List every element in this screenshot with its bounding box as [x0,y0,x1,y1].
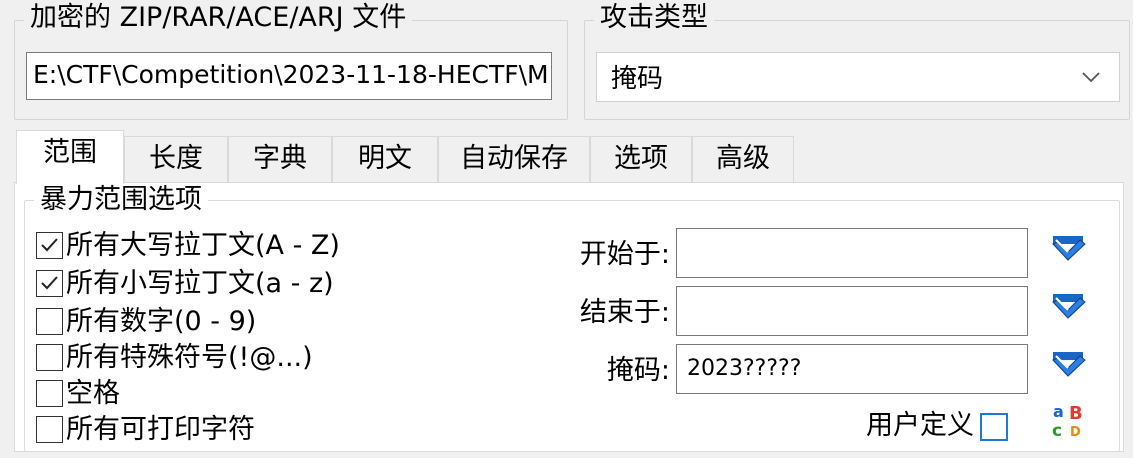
checkbox-label: 所有小写拉丁文(a - z) [66,268,334,299]
tab-plaintext[interactable]: 明文 [332,136,438,182]
checkbox-printable[interactable]: 所有可打印字符 [36,414,255,448]
start-clear-button[interactable] [1050,232,1088,270]
encrypted-file-group-label: 加密的 ZIP/RAR/ACE/ARJ 文件 [24,2,413,34]
svg-text:c: c [1052,421,1062,440]
attack-type-group-label: 攻击类型 [594,2,714,34]
end-at-input[interactable] [676,286,1028,336]
checkbox-label: 所有大写拉丁文(A - Z) [66,230,340,261]
brute-range-group-label: 暴力范围选项 [34,184,208,216]
checkbox-box[interactable] [36,344,63,371]
checkbox-label: 空格 [66,378,120,409]
checkbox-box[interactable] [36,416,63,443]
svg-text:D: D [1070,425,1081,440]
end-clear-button[interactable] [1050,290,1088,328]
start-from-label: 开始于: [579,239,670,270]
file-path-field[interactable]: E:\CTF\Competition\2023-11-18-HECTF\M [26,52,552,100]
checkbox-label: 所有可打印字符 [66,414,255,445]
tab-autosave[interactable]: 自动保存 [438,136,590,182]
checkbox-box[interactable] [36,380,63,407]
end-at-label: 结束于: [579,297,670,328]
mask-label: 掩码: [606,355,670,386]
eraser-icon [1052,352,1086,377]
checkbox-box[interactable] [36,308,63,335]
svg-text:a: a [1053,402,1064,421]
charset-button[interactable]: a B c D [1050,400,1090,441]
svg-text:B: B [1069,403,1083,424]
user-defined-checkbox[interactable]: 用户定义 [866,406,1008,446]
tab-range[interactable]: 范围 [16,130,124,184]
chevron-down-icon [1082,72,1100,83]
checkbox-uppercase[interactable]: 所有大写拉丁文(A - Z) [36,230,340,264]
tab-length[interactable]: 长度 [124,136,228,182]
tab-options[interactable]: 选项 [590,136,692,182]
checkbox-space[interactable]: 空格 [36,378,120,412]
tab-dictionary[interactable]: 字典 [228,136,332,182]
start-from-input[interactable] [676,228,1028,278]
eraser-icon [1052,236,1086,261]
checkbox-lowercase[interactable]: 所有小写拉丁文(a - z) [36,268,334,302]
user-defined-box[interactable] [980,412,1008,441]
checkbox-digits[interactable]: 所有数字(0 - 9) [36,306,256,340]
eraser-icon [1052,294,1086,319]
mask-clear-button[interactable] [1050,348,1088,386]
user-defined-label: 用户定义 [866,410,974,441]
checkbox-label: 所有特殊符号(!@...) [66,342,313,373]
mask-input[interactable]: 2023????? [676,344,1028,394]
attack-type-select[interactable]: 掩码 [596,52,1120,102]
attack-type-selected: 掩码 [611,64,664,94]
tab-advanced[interactable]: 高级 [692,136,794,182]
checkbox-label: 所有数字(0 - 9) [66,306,257,337]
checkbox-special[interactable]: 所有特殊符号(!@...) [36,342,313,376]
checkbox-box[interactable] [36,232,63,259]
checkbox-box[interactable] [36,270,63,297]
charset-abcd-icon: a B c D [1052,402,1083,441]
